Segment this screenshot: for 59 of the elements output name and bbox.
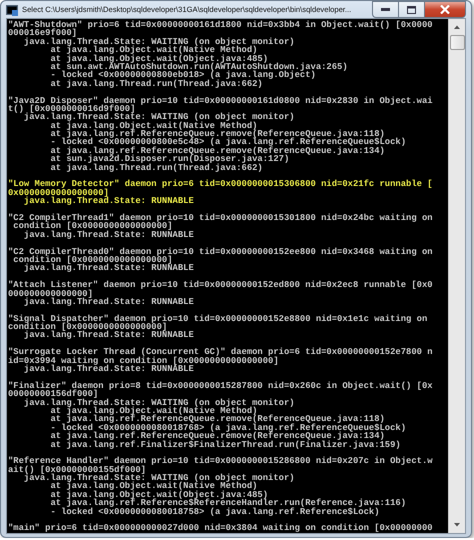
console-line: at java.lang.ref.ReferenceQueue.remove(ReferenceQueue.java:118) <box>49 415 385 424</box>
console-line: - locked <0x00000000800e5c48> (a java.lang.ref.ReferenceQueue$Lock) <box>49 138 408 147</box>
console-line: java.lang.Thread.State: RUNNABLE <box>22 331 195 340</box>
console-line: "Finalizer" daemon prio=8 tid=0x0000000015287800 nid=0x260c in Object.wait() [0x <box>8 382 434 390</box>
console-line: at java.lang.ref.Reference$ReferenceHandler.run(Reference.java:116) <box>49 499 408 508</box>
console-line: 0x0000000000000000] <box>8 188 109 198</box>
console-line: at sun.java2d.Disposer.run(Disposer.java:127) <box>49 155 290 164</box>
console-line: "AWT-Shutdown" prio=6 tid=0x00000000161d1800 nid=0x3bb4 in Object.wait() [0x0000 <box>8 21 434 30</box>
console-line: 00000000156df000] <box>8 390 98 399</box>
console-line: at java.lang.Thread.run(Thread.java:662) <box>49 164 263 172</box>
console-line: 000016e9f000] <box>8 29 77 38</box>
console-icon <box>6 4 18 16</box>
minimize-icon <box>381 8 390 11</box>
console-line: at java.lang.Object.wait(Native Method) <box>50 122 258 130</box>
console-line: java.lang.Thread.State: WAITING (on object monitor) <box>24 38 296 46</box>
console-line: at sun.awt.AWTAutoShutdown.run(AWTAutoShutdown.java:265) <box>49 62 349 72</box>
console-line: condition [0x0000000000000000] <box>12 222 173 231</box>
console-line: at java.lang.Object.wait(Native Method) <box>50 482 258 491</box>
console-line: - locked <0x00000000800eb018> (a java.lang.Object) <box>49 71 316 80</box>
console-line: at java.lang.Thread.run(Thread.java:662) <box>49 80 263 88</box>
console-line: "Java2D Disposer" daemon prio=10 tid=0x00000000161d0800 nid=0x2830 in Object.wai <box>8 96 434 105</box>
scroll-thumb[interactable] <box>450 35 465 50</box>
console-line: java.lang.Thread.State: RUNNABLE <box>24 197 195 206</box>
console-line: id=0x3994 waiting on condition [0x0000000000000000] <box>8 356 279 366</box>
console-line: "Reference Handler" daemon prio=10 tid=0x0000000015286800 nid=0x207c in Object.w <box>8 457 434 466</box>
console-line: "main" prio=6 tid=0x000000000027d000 nid=0x3804 waiting on condition [0x00000000 <box>8 524 434 533</box>
console-line: "C2 CompilerThread0" daemon prio=10 tid=0x00000000152ee800 nid=0x3468 waiting on <box>8 248 434 256</box>
console-line: at java.lang.ref.ReferenceQueue.remove(ReferenceQueue.java:134) <box>49 146 385 156</box>
console-line: 000000000000000] <box>8 290 93 298</box>
console-line: - locked <0x0000000080018758> (a java.lang.ref.Reference$Lock) <box>49 508 380 516</box>
close-icon <box>440 5 450 14</box>
console-line: t() [0x0000000016d9f000] <box>8 104 136 114</box>
console-line: java.lang.Thread.State: WAITING (on object monitor) <box>24 474 296 482</box>
console-line: at java.lang.Object.wait(Native Method) <box>50 406 258 416</box>
console-line: java.lang.Thread.State: RUNNABLE <box>22 365 194 374</box>
console-line: at java.lang.Object.wait(Object.java:485) <box>49 490 268 500</box>
console-line: ait() [0x00000000155df000] <box>8 466 147 474</box>
console-line: at java.lang.ref.ReferenceQueue.remove(ReferenceQueue.java:118) <box>49 130 385 138</box>
console-line: "Attach Listener" daemon prio=10 tid=0x00000000152ed800 nid=0x2ec8 runnable [0x0 <box>8 281 434 290</box>
console-line: - locked <0x0000000080018768> (a java.lang.ref.ReferenceQueue$Lock) <box>49 424 408 432</box>
maximize-icon <box>407 6 416 14</box>
console-line: at java.lang.Object.wait(Object.java:485) <box>49 54 268 63</box>
maximize-button[interactable] <box>398 1 424 18</box>
console-line: java.lang.Thread.State: RUNNABLE <box>22 230 195 240</box>
console-line: "C2 CompilerThread1" daemon prio=10 tid=0x0000000015301800 nid=0x24bc waiting on <box>8 214 434 222</box>
console-line: "Signal Dispatcher" daemon prio=10 tid=0x00000000152e8800 nid=0x1e1c waiting on <box>8 314 428 324</box>
console-line: at java.lang.ref.Finalizer$FinalizerThread.run(Finalizer.java:159) <box>49 440 402 449</box>
console-line: at java.lang.ref.ReferenceQueue.remove(ReferenceQueue.java:134) <box>49 432 385 441</box>
close-button[interactable] <box>424 1 466 18</box>
console-line: java.lang.Thread.State: RUNNABLE <box>22 264 195 273</box>
console-line: java.lang.Thread.State: WAITING (on object monitor) <box>22 113 296 122</box>
console-line: "Low Memory Detector" daemon prio=6 tid=0x0000000015306800 nid=0x21fc runnable [ <box>8 180 434 189</box>
minimize-button[interactable] <box>372 1 398 18</box>
console-line: java.lang.Thread.State: WAITING (on object monitor) <box>24 398 296 407</box>
console-line: "Surrogate Locker Thread (Concurrent GC)" daemon prio=6 tid=0x00000000152e7800 n <box>8 348 434 357</box>
console-line: condition [0x0000000000000000] <box>8 323 168 332</box>
console-line: at java.lang.Object.wait(Native Method) <box>50 46 258 55</box>
console-line: condition [0x0000000000000000] <box>12 256 173 264</box>
console-line: java.lang.Thread.State: RUNNABLE <box>24 298 195 306</box>
